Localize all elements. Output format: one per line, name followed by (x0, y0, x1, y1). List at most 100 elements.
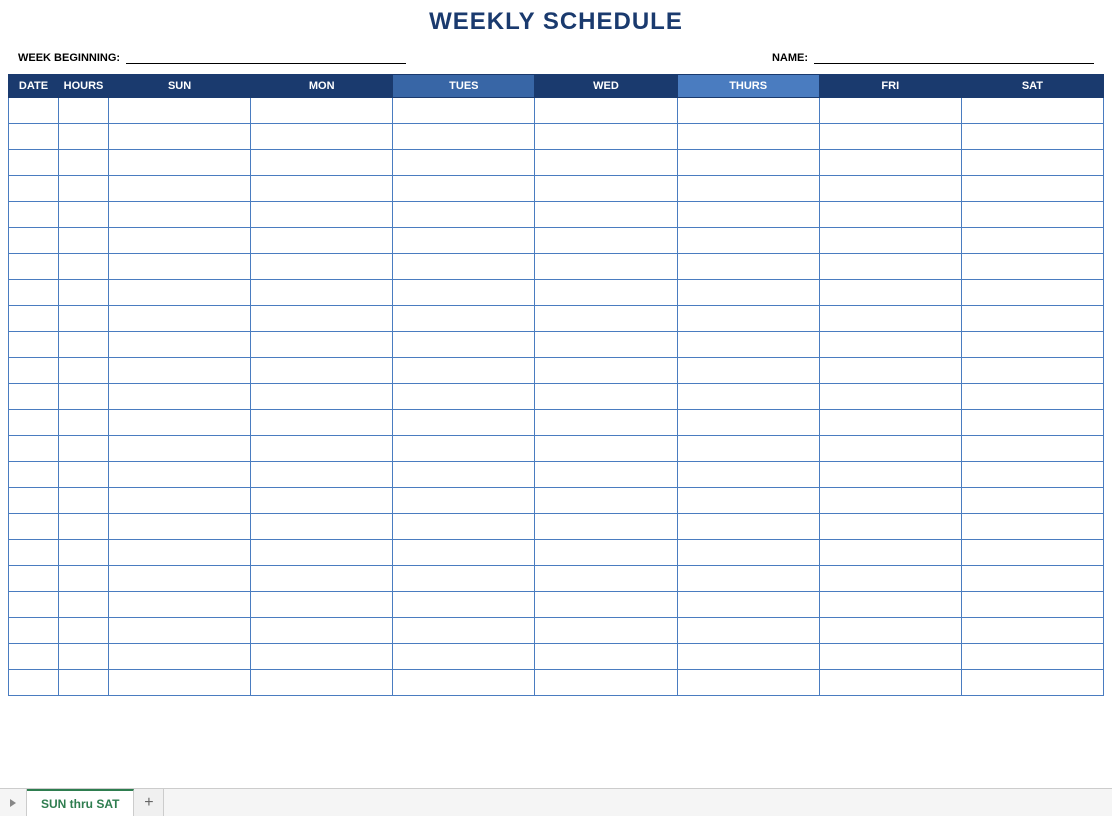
cell[interactable] (677, 254, 819, 280)
cell[interactable] (535, 462, 677, 488)
cell[interactable] (393, 644, 535, 670)
week-beginning-input[interactable] (126, 50, 406, 64)
cell[interactable] (961, 670, 1103, 696)
cell[interactable] (59, 540, 109, 566)
cell[interactable] (535, 644, 677, 670)
cell[interactable] (535, 592, 677, 618)
cell[interactable] (9, 202, 59, 228)
cell[interactable] (109, 306, 251, 332)
cell[interactable] (393, 124, 535, 150)
cell[interactable] (109, 332, 251, 358)
cell[interactable] (9, 514, 59, 540)
cell[interactable] (819, 540, 961, 566)
cell[interactable] (677, 410, 819, 436)
cell[interactable] (961, 514, 1103, 540)
cell[interactable] (9, 410, 59, 436)
cell[interactable] (819, 280, 961, 306)
cell[interactable] (535, 488, 677, 514)
cell[interactable] (9, 670, 59, 696)
cell[interactable] (535, 124, 677, 150)
cell[interactable] (677, 202, 819, 228)
cell[interactable] (393, 98, 535, 124)
cell[interactable] (535, 306, 677, 332)
cell[interactable] (109, 618, 251, 644)
cell[interactable] (251, 98, 393, 124)
cell[interactable] (251, 332, 393, 358)
cell[interactable] (59, 592, 109, 618)
cell[interactable] (9, 280, 59, 306)
cell[interactable] (59, 124, 109, 150)
cell[interactable] (961, 202, 1103, 228)
cell[interactable] (393, 150, 535, 176)
cell[interactable] (251, 514, 393, 540)
cell[interactable] (59, 280, 109, 306)
cell[interactable] (677, 566, 819, 592)
cell[interactable] (819, 410, 961, 436)
cell[interactable] (393, 280, 535, 306)
cell[interactable] (251, 254, 393, 280)
cell[interactable] (59, 462, 109, 488)
cell[interactable] (961, 540, 1103, 566)
cell[interactable] (251, 462, 393, 488)
cell[interactable] (109, 202, 251, 228)
cell[interactable] (251, 566, 393, 592)
cell[interactable] (819, 254, 961, 280)
cell[interactable] (59, 306, 109, 332)
name-input[interactable] (814, 50, 1094, 64)
cell[interactable] (535, 254, 677, 280)
cell[interactable] (677, 228, 819, 254)
cell[interactable] (677, 618, 819, 644)
cell[interactable] (109, 644, 251, 670)
cell[interactable] (819, 124, 961, 150)
cell[interactable] (961, 254, 1103, 280)
cell[interactable] (819, 202, 961, 228)
cell[interactable] (251, 670, 393, 696)
cell[interactable] (961, 436, 1103, 462)
cell[interactable] (819, 358, 961, 384)
cell[interactable] (9, 592, 59, 618)
cell[interactable] (819, 176, 961, 202)
cell[interactable] (961, 410, 1103, 436)
cell[interactable] (677, 358, 819, 384)
cell[interactable] (9, 332, 59, 358)
cell[interactable] (677, 488, 819, 514)
cell[interactable] (109, 410, 251, 436)
cell[interactable] (819, 566, 961, 592)
cell[interactable] (109, 566, 251, 592)
cell[interactable] (251, 176, 393, 202)
cell[interactable] (535, 176, 677, 202)
cell[interactable] (961, 462, 1103, 488)
cell[interactable] (109, 124, 251, 150)
cell[interactable] (677, 124, 819, 150)
cell[interactable] (535, 410, 677, 436)
cell[interactable] (251, 384, 393, 410)
cell[interactable] (109, 228, 251, 254)
cell[interactable] (393, 332, 535, 358)
cell[interactable] (961, 618, 1103, 644)
cell[interactable] (393, 462, 535, 488)
sheet-tab-sun-thru-sat[interactable]: SUN thru SAT (27, 789, 134, 816)
cell[interactable] (9, 176, 59, 202)
cell[interactable] (9, 98, 59, 124)
cell[interactable] (677, 150, 819, 176)
cell[interactable] (961, 176, 1103, 202)
cell[interactable] (819, 436, 961, 462)
cell[interactable] (961, 306, 1103, 332)
cell[interactable] (677, 592, 819, 618)
cell[interactable] (59, 228, 109, 254)
cell[interactable] (59, 254, 109, 280)
cell[interactable] (9, 306, 59, 332)
cell[interactable] (961, 644, 1103, 670)
tab-nav-prev[interactable] (0, 789, 27, 816)
cell[interactable] (535, 436, 677, 462)
cell[interactable] (9, 462, 59, 488)
cell[interactable] (535, 280, 677, 306)
cell[interactable] (819, 488, 961, 514)
cell[interactable] (677, 514, 819, 540)
cell[interactable] (535, 540, 677, 566)
cell[interactable] (9, 436, 59, 462)
cell[interactable] (109, 670, 251, 696)
cell[interactable] (9, 384, 59, 410)
cell[interactable] (393, 436, 535, 462)
cell[interactable] (393, 566, 535, 592)
